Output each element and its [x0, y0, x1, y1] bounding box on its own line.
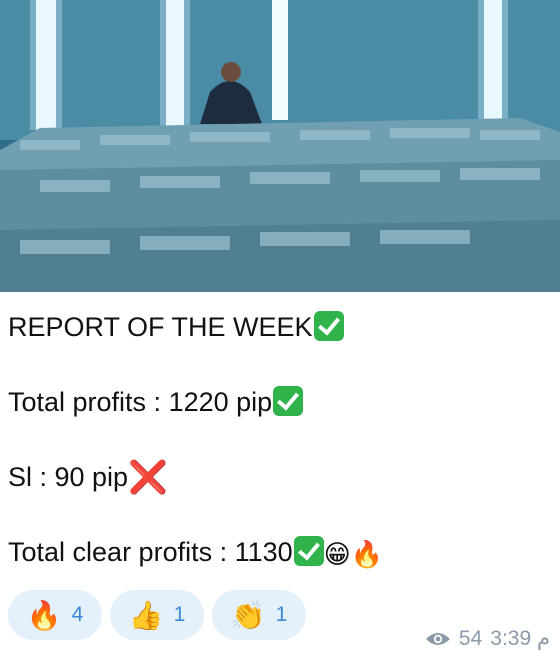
- stop-loss-text: Sl : 90 pip: [8, 462, 129, 492]
- message-meta: 54 3:39 م: [425, 626, 550, 651]
- clapping-hands-icon: 👏: [230, 598, 266, 632]
- reaction-count: 1: [173, 603, 186, 626]
- check-mark-icon: [293, 536, 324, 566]
- check-mark-icon: [313, 311, 344, 341]
- fire-icon: 🔥: [350, 540, 384, 570]
- report-title-line: REPORT OF THE WEEK: [8, 308, 556, 346]
- message-photo[interactable]: [0, 0, 560, 292]
- reaction-fire-button[interactable]: 🔥 4: [8, 590, 102, 640]
- cross-mark-icon: ❌: [128, 459, 168, 495]
- money-room-illustration: [0, 0, 560, 292]
- reaction-count: 1: [275, 603, 288, 626]
- reaction-thumbs-up-button[interactable]: 👍 1: [110, 590, 204, 640]
- message-time: 3:39 م: [490, 627, 550, 650]
- total-profits-text: Total profits : 1220 pip: [8, 387, 273, 417]
- report-title-text: REPORT OF THE WEEK: [8, 312, 313, 342]
- message-text: REPORT OF THE WEEK Total profits : 1220 …: [8, 308, 556, 574]
- view-count: 54: [458, 626, 483, 650]
- grinning-face-icon: 😁: [323, 540, 351, 570]
- eye-icon: [425, 632, 450, 645]
- total-clear-profits-text: Total clear profits : 1130: [8, 537, 293, 567]
- reactions-bar: 🔥 4 👍 1 👏 1: [8, 590, 306, 640]
- total-profits-line: Total profits : 1220 pip: [8, 383, 556, 421]
- stop-loss-line: Sl : 90 pip❌: [8, 458, 556, 496]
- check-mark-icon: [273, 386, 304, 416]
- reaction-clapping-button[interactable]: 👏 1: [212, 590, 306, 640]
- reaction-count: 4: [71, 603, 84, 626]
- thumbs-up-icon: 👍: [128, 598, 164, 632]
- total-clear-profits-line: Total clear profits : 1130 😁🔥: [8, 533, 556, 574]
- fire-icon: 🔥: [26, 598, 62, 632]
